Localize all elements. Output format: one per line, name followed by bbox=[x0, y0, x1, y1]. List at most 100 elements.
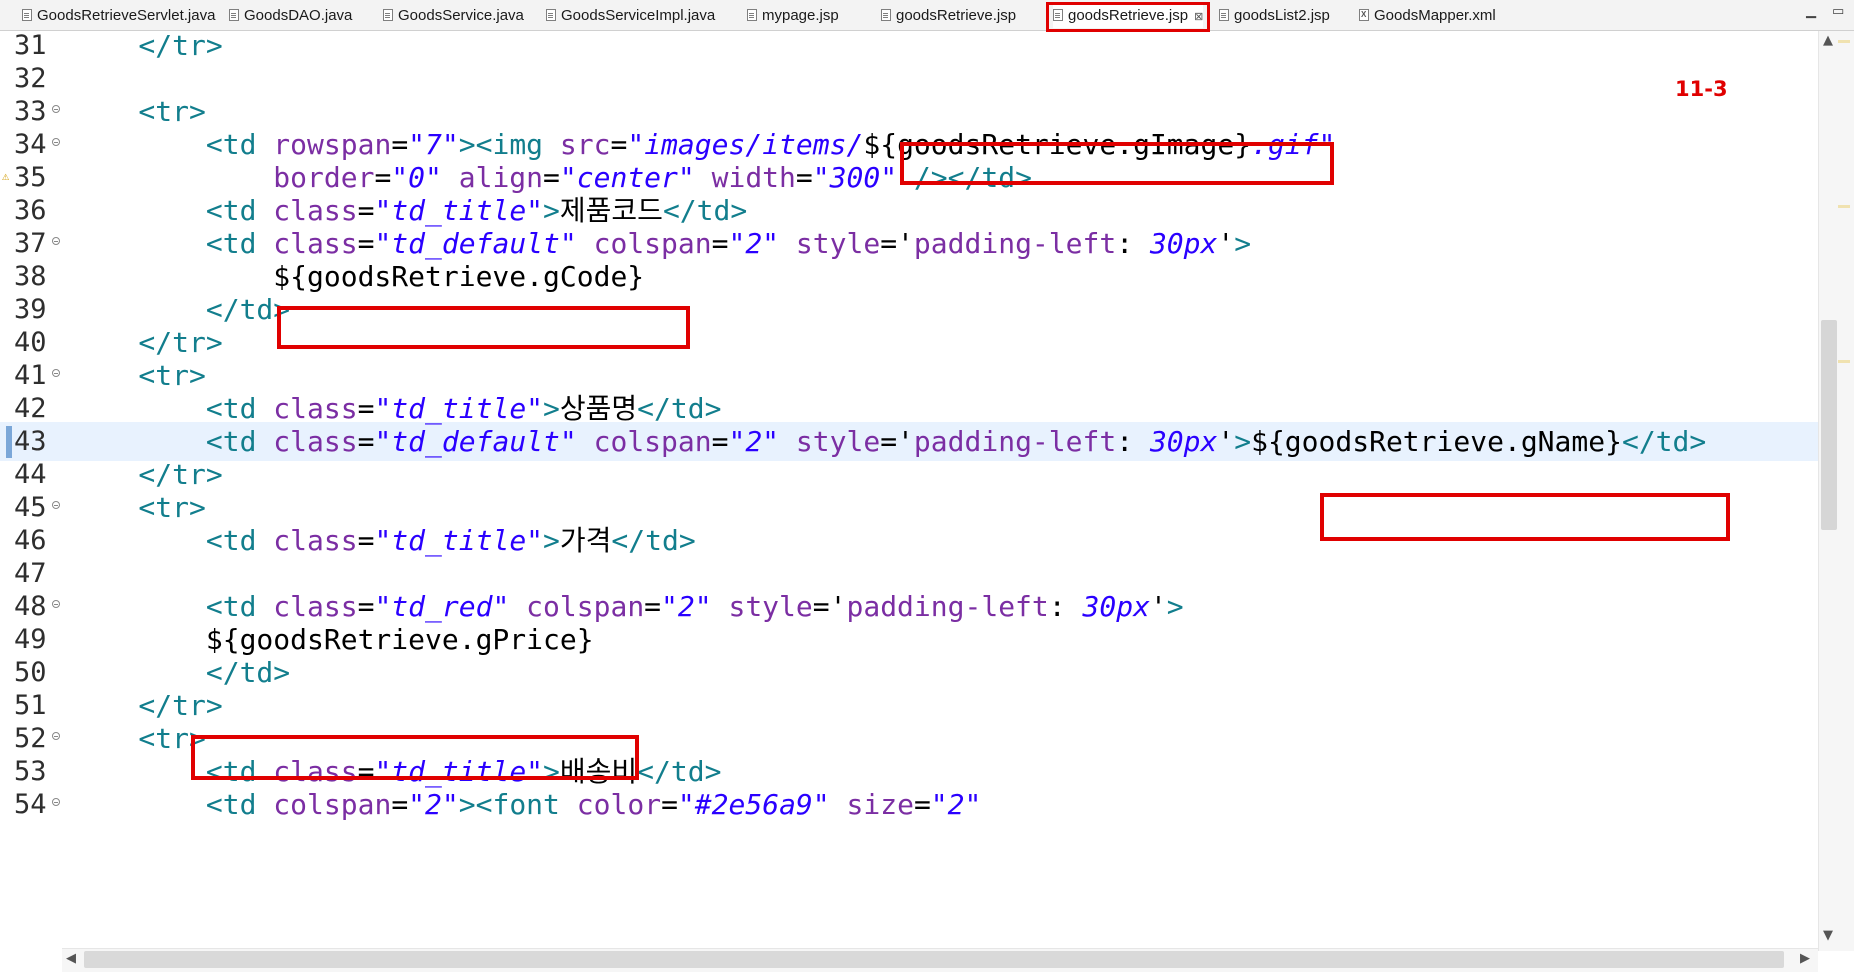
code-token: width bbox=[694, 161, 796, 194]
code-token: : bbox=[1116, 425, 1150, 458]
code-token: = bbox=[357, 524, 375, 557]
horizontal-scroll-thumb[interactable] bbox=[84, 951, 1784, 968]
overview-ruler-mark[interactable] bbox=[1838, 40, 1850, 43]
fold-toggle-icon[interactable] bbox=[52, 105, 60, 113]
tab-goodsmapper-xml[interactable]: GoodsMapper.xml bbox=[1359, 4, 1496, 28]
file-icon bbox=[383, 9, 393, 21]
scroll-down-arrow-icon[interactable]: ▼ bbox=[1823, 928, 1833, 943]
code-editor[interactable]: 54 <td colspan="2"><font color="#2e56a9"… bbox=[0, 31, 1818, 951]
tab-goodsservice-java[interactable]: GoodsService.java bbox=[383, 4, 524, 28]
code-token: 상품명 bbox=[559, 392, 638, 425]
code-token: "images/items/ bbox=[627, 128, 864, 161]
code-token: =' bbox=[880, 425, 914, 458]
code-token: "td_title" bbox=[374, 524, 544, 557]
maximize-button[interactable]: ▭ bbox=[1832, 4, 1844, 19]
code-token: style bbox=[711, 590, 813, 623]
code-token: </td> bbox=[1621, 425, 1707, 458]
code-token: <td bbox=[71, 590, 274, 623]
code-token: "td_default" bbox=[374, 425, 577, 458]
code-token: ><img bbox=[458, 128, 560, 161]
code-token: padding-left bbox=[913, 227, 1117, 260]
tab-goodsserviceimpl-java[interactable]: GoodsServiceImpl.java bbox=[546, 4, 715, 28]
tab-mypage-jsp[interactable]: mypage.jsp bbox=[747, 4, 839, 28]
code-token: <td bbox=[71, 194, 274, 227]
code-token: "2" bbox=[930, 788, 982, 821]
fold-toggle-icon[interactable] bbox=[52, 732, 60, 740]
code-token: <td bbox=[71, 227, 274, 260]
code-token: border bbox=[71, 161, 375, 194]
code-token: class bbox=[273, 194, 358, 227]
overview-ruler-mark[interactable] bbox=[1838, 205, 1850, 208]
tab-goodsdao-java[interactable]: GoodsDAO.java bbox=[229, 4, 352, 28]
tab-label: goodsRetrieve.jsp bbox=[896, 7, 1017, 24]
code-token: colspan bbox=[273, 788, 392, 821]
minimize-button[interactable]: ▁ bbox=[1806, 4, 1816, 19]
code-token: "center" bbox=[559, 161, 695, 194]
code-token: padding-left bbox=[913, 425, 1117, 458]
fold-toggle-icon[interactable] bbox=[52, 501, 60, 509]
code-token: align bbox=[441, 161, 544, 194]
tab-label: GoodsService.java bbox=[398, 7, 524, 24]
code-token: = bbox=[374, 161, 392, 194]
code-token: <td bbox=[71, 524, 274, 557]
code-token: <td bbox=[71, 788, 274, 821]
code-token: padding-left bbox=[846, 590, 1049, 623]
code-token: rowspan bbox=[273, 128, 392, 161]
code-token: > bbox=[543, 194, 560, 227]
code-token: style bbox=[779, 425, 881, 458]
code-token: </tr> bbox=[71, 458, 223, 491]
tab-goodsretrieve-jsp[interactable]: goodsRetrieve.jsp bbox=[881, 4, 1016, 28]
warning-icon[interactable]: ⚠ bbox=[2, 169, 9, 183]
code-token: = bbox=[357, 590, 375, 623]
vertical-scroll-thumb[interactable] bbox=[1821, 320, 1837, 530]
code-token: 제품코드 bbox=[559, 194, 663, 227]
scroll-up-arrow-icon[interactable]: ▲ bbox=[1823, 33, 1833, 48]
el-expression: ${goodsRetrieve.gName} bbox=[1251, 425, 1622, 458]
code-token: = bbox=[543, 161, 560, 194]
code-token: colspan bbox=[576, 425, 712, 458]
editor-tab-bar: GoodsMapper.xml goodsList2.jsp goodsRetrie… bbox=[0, 0, 1854, 32]
active-tab-highlight-box bbox=[1046, 2, 1210, 32]
file-icon bbox=[1219, 9, 1229, 21]
code-token: ><font bbox=[458, 788, 577, 821]
fold-toggle-icon[interactable] bbox=[52, 237, 60, 245]
code-token: =' bbox=[880, 227, 914, 260]
code-line[interactable]: 31 </tr> bbox=[0, 31, 1818, 65]
fold-toggle-icon[interactable] bbox=[52, 798, 60, 806]
code-token: > bbox=[543, 392, 560, 425]
annotation-label: 11-3 bbox=[1675, 77, 1728, 101]
code-token: "2" bbox=[728, 425, 780, 458]
code-token: "#2e56a9" bbox=[677, 788, 830, 821]
scroll-right-arrow-icon[interactable]: ▶ bbox=[1800, 951, 1810, 966]
code-token: "2" bbox=[408, 788, 459, 821]
tab-goodslist2-jsp[interactable]: goodsList2.jsp bbox=[1219, 4, 1330, 28]
code-token: "7" bbox=[408, 128, 459, 161]
code-token: "td_red" bbox=[374, 590, 510, 623]
code-token: colspan bbox=[576, 227, 712, 260]
code-token: <tr> bbox=[71, 491, 206, 524]
fold-toggle-icon[interactable] bbox=[52, 369, 60, 377]
tab-goodsretrieveservlet-java[interactable]: GoodsRetrieveServlet.java bbox=[22, 4, 215, 28]
code-token: = bbox=[357, 425, 375, 458]
fold-toggle-icon[interactable] bbox=[52, 138, 60, 146]
code-token: "td_title" bbox=[374, 194, 544, 227]
file-icon bbox=[546, 9, 556, 21]
code-token: </tr> bbox=[71, 31, 223, 62]
highlight-box-gName bbox=[1320, 493, 1730, 541]
scroll-left-arrow-icon[interactable]: ◀ bbox=[66, 951, 76, 966]
code-token: src bbox=[559, 128, 611, 161]
code-token: "0" bbox=[391, 161, 442, 194]
file-icon bbox=[229, 9, 239, 21]
overview-ruler-mark[interactable] bbox=[1838, 360, 1850, 363]
code-token: : bbox=[1116, 227, 1150, 260]
code-token: class bbox=[273, 524, 358, 557]
code-token: class bbox=[273, 590, 358, 623]
code-token: 가격 bbox=[559, 524, 612, 557]
tab-label: GoodsDAO.java bbox=[244, 7, 353, 24]
tab-label: GoodsMapper.xml bbox=[1374, 7, 1496, 24]
fold-toggle-icon[interactable] bbox=[52, 600, 60, 608]
code-token: </td> bbox=[71, 293, 291, 326]
code-token: = bbox=[661, 788, 678, 821]
code-token: "2" bbox=[728, 227, 780, 260]
code-token: = bbox=[711, 227, 729, 260]
